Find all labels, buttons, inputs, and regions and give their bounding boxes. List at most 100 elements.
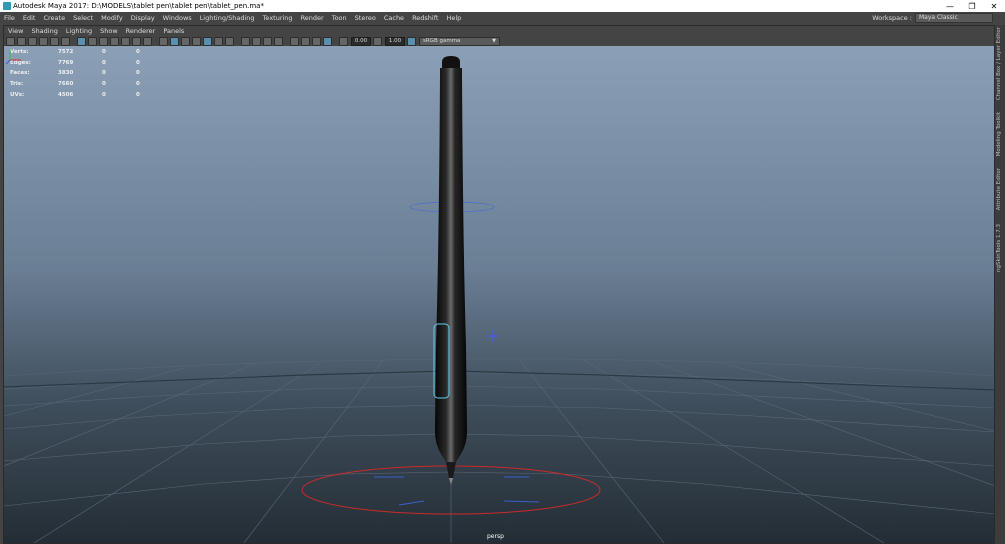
viewport-panel: View Shading Lighting Show Renderer Pane… (3, 25, 996, 544)
workspace-dropdown[interactable]: Maya Classic (915, 13, 993, 23)
panel-menu-renderer[interactable]: Renderer (122, 27, 160, 35)
tab-modeling-toolkit[interactable]: Modeling Toolkit (996, 112, 1002, 156)
hud-row: Edges: 7769 0 0 (10, 58, 140, 69)
minimize-button[interactable]: — (939, 0, 961, 12)
two-d-pan-zoom-icon[interactable] (50, 36, 59, 46)
menu-stereo[interactable]: Stereo (351, 14, 380, 22)
chevron-down-icon: ▼ (492, 37, 496, 44)
use-lights-icon[interactable] (214, 36, 223, 46)
panel-menu-show[interactable]: Show (96, 27, 122, 35)
color-management-icon[interactable] (407, 36, 416, 46)
menu-display[interactable]: Display (127, 14, 159, 22)
panel-menu-panels[interactable]: Panels (159, 27, 188, 35)
poly-count-hud: Verts: 7572 0 0 Edges: 7769 0 0 Faces: 3… (10, 47, 140, 100)
safe-title-icon[interactable] (143, 36, 152, 46)
tab-channel-box-layer-editor[interactable]: Channel Box / Layer Editor (996, 27, 1002, 100)
backface-culling-icon[interactable] (323, 36, 332, 46)
close-button[interactable]: ✕ (983, 0, 1005, 12)
maximize-button[interactable]: ❐ (961, 0, 983, 12)
ambient-occlusion-icon[interactable] (241, 36, 250, 46)
exposure-field[interactable]: 0.00 (351, 36, 371, 46)
right-side-tab-strip: Channel Box / Layer Editor Modeling Tool… (994, 25, 1005, 544)
motion-blur-icon[interactable] (252, 36, 261, 46)
gamma-field[interactable]: 1.00 (385, 36, 405, 46)
select-camera-icon[interactable] (6, 36, 15, 46)
menu-select[interactable]: Select (69, 14, 97, 22)
menu-render[interactable]: Render (297, 14, 328, 22)
hud-row: Tris: 7660 0 0 (10, 79, 140, 90)
wireframe-icon[interactable] (159, 36, 168, 46)
gamma-icon[interactable] (373, 36, 382, 46)
hud-label: UVs: (10, 91, 25, 98)
panel-menu-bar: View Shading Lighting Show Renderer Pane… (4, 26, 995, 36)
xray-joints-icon[interactable] (301, 36, 310, 46)
menu-windows[interactable]: Windows (159, 14, 196, 22)
menu-cache[interactable]: Cache (380, 14, 408, 22)
exposure-icon[interactable] (339, 36, 348, 46)
grid-toggle-icon[interactable] (77, 36, 86, 46)
field-chart-icon[interactable] (121, 36, 130, 46)
toolbar-separator (285, 38, 288, 45)
xray-icon[interactable] (203, 36, 212, 46)
hud-row: Faces: 3830 0 0 (10, 68, 140, 79)
toolbar-separator (72, 38, 75, 45)
anti-aliasing-icon[interactable] (263, 36, 272, 46)
menu-modify[interactable]: Modify (97, 14, 127, 22)
tab-ngskintools[interactable]: ngSkinTools 1.7.3 (996, 224, 1002, 272)
tablet-pen-model (435, 56, 467, 485)
panel-toolbar: 0.00 1.00 sRGB gamma ▼ (4, 36, 995, 46)
hud-row: UVs: 4506 0 0 (10, 89, 140, 100)
hud-row: Verts: 7572 0 0 (10, 47, 140, 58)
depth-of-field-icon[interactable] (274, 36, 283, 46)
view-axis-icon (5, 49, 21, 65)
hud-value: 7769 (58, 59, 74, 66)
menu-redshift[interactable]: Redshift (408, 14, 442, 22)
workspace-selector: Workspace : Maya Classic (872, 13, 993, 23)
menu-file[interactable]: File (0, 14, 19, 22)
menu-texturing[interactable]: Texturing (259, 14, 297, 22)
image-plane-icon[interactable] (39, 36, 48, 46)
camera-name-label: persp (487, 533, 504, 540)
menu-toon[interactable]: Toon (328, 14, 351, 22)
panel-menu-view[interactable]: View (4, 27, 27, 35)
panel-menu-shading[interactable]: Shading (27, 27, 61, 35)
film-gate-icon[interactable] (88, 36, 97, 46)
hud-value: 0 (102, 49, 106, 56)
xray-active-components-icon[interactable] (312, 36, 321, 46)
hud-label: Faces: (10, 70, 30, 77)
toolbar-separator (236, 38, 239, 45)
main-menu-bar: File Edit Create Select Modify Display W… (0, 12, 1005, 23)
menu-create[interactable]: Create (39, 14, 69, 22)
resolution-gate-icon[interactable] (99, 36, 108, 46)
perspective-viewport[interactable]: Verts: 7572 0 0 Edges: 7769 0 0 Faces: 3… (4, 46, 995, 543)
hud-value: 7572 (58, 49, 74, 56)
hud-value: 0 (136, 81, 140, 88)
shadows-icon[interactable] (225, 36, 234, 46)
safe-action-icon[interactable] (132, 36, 141, 46)
menu-edit[interactable]: Edit (19, 14, 40, 22)
camera-attributes-icon[interactable] (17, 36, 26, 46)
grease-pencil-icon[interactable] (61, 36, 70, 46)
hud-value: 4506 (58, 91, 74, 98)
textured-icon[interactable] (192, 36, 201, 46)
tab-attribute-editor[interactable]: Attribute Editor (996, 168, 1002, 210)
smooth-shade-icon[interactable] (170, 36, 179, 46)
hud-value: 0 (102, 81, 106, 88)
maya-logo-icon (3, 2, 11, 10)
hud-value: 7660 (58, 81, 74, 88)
toolbar-separator (154, 38, 157, 45)
hud-value: 0 (136, 91, 140, 98)
window-controls: — ❐ ✕ (939, 0, 1005, 12)
hud-value: 0 (136, 59, 140, 66)
panel-menu-lighting[interactable]: Lighting (62, 27, 96, 35)
menu-lighting-shading[interactable]: Lighting/Shading (196, 14, 259, 22)
wireframe-on-shaded-icon[interactable] (181, 36, 190, 46)
gate-mask-icon[interactable] (110, 36, 119, 46)
view-transform-dropdown[interactable]: sRGB gamma ▼ (419, 36, 500, 46)
isolate-select-icon[interactable] (290, 36, 299, 46)
bookmark-icon[interactable] (28, 36, 37, 46)
hud-value: 0 (102, 70, 106, 77)
menu-help[interactable]: Help (442, 14, 465, 22)
view-transform-value: sRGB gamma (423, 37, 461, 44)
viewport-scene (4, 56, 995, 543)
